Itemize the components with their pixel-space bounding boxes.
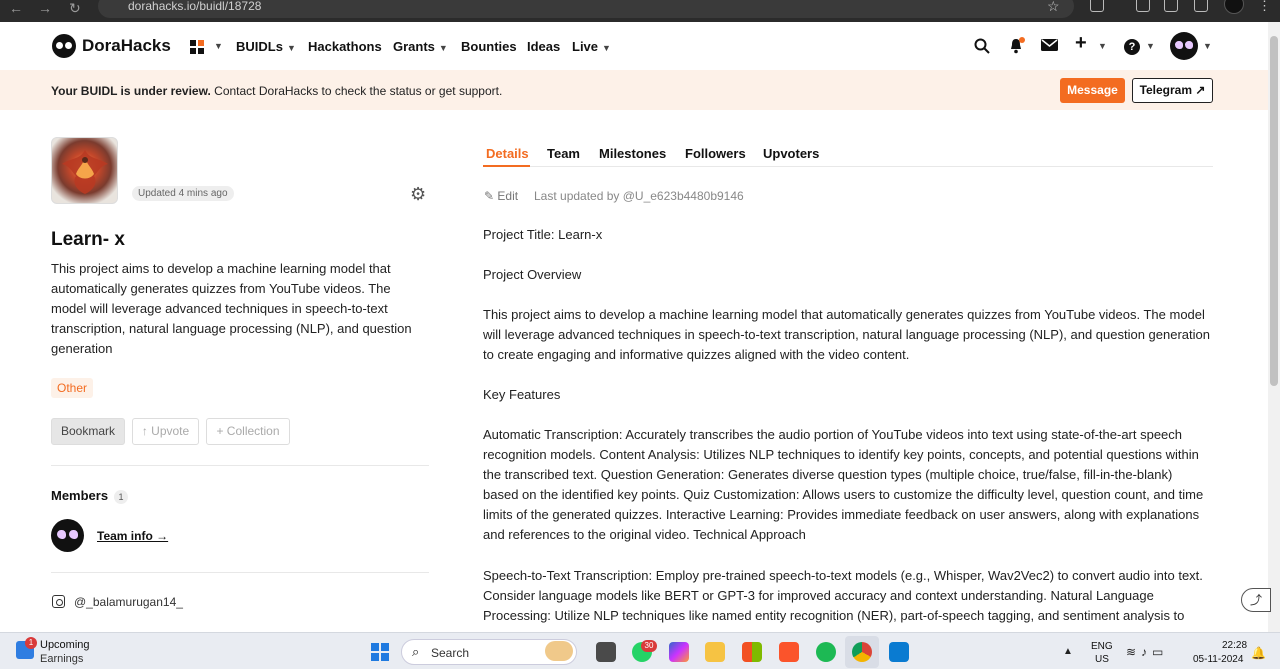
language-indicator[interactable]: ENG bbox=[1091, 641, 1113, 652]
windows-taskbar: 1 Upcoming Earnings ⌕ Search 30 ▲ ENG US… bbox=[0, 632, 1280, 669]
project-title: Learn- x bbox=[51, 229, 125, 250]
copilot-icon[interactable] bbox=[669, 642, 689, 662]
detail-paragraph: Project Overview bbox=[483, 267, 582, 282]
nav-ideas[interactable]: Ideas bbox=[527, 39, 560, 54]
region-indicator[interactable]: US bbox=[1095, 654, 1109, 665]
bookmark-star-icon[interactable]: ☆ bbox=[1047, 0, 1060, 15]
message-button[interactable]: Message bbox=[1060, 78, 1125, 103]
review-notice-bar: Your BUIDL is under review. Contact Dora… bbox=[0, 70, 1268, 110]
spotify-icon[interactable] bbox=[816, 642, 836, 662]
tab-team[interactable]: Team bbox=[547, 146, 580, 161]
user-avatar[interactable] bbox=[1170, 32, 1198, 60]
browser-menu-icon[interactable]: ⋮ bbox=[1258, 0, 1271, 14]
team-info-link[interactable]: Team info → bbox=[97, 529, 168, 543]
extension-icon[interactable] bbox=[1164, 0, 1178, 12]
instagram-icon bbox=[52, 595, 65, 608]
divider bbox=[51, 465, 429, 466]
widgets-badge: 1 bbox=[25, 637, 37, 649]
updated-timestamp: Updated 4 mins ago bbox=[132, 186, 234, 201]
gear-icon[interactable]: ⚙ bbox=[410, 185, 426, 203]
divider bbox=[51, 572, 429, 573]
clock-date[interactable]: 05-11-2024 bbox=[1193, 654, 1243, 665]
detail-paragraph: This project aims to develop a machine l… bbox=[483, 307, 1210, 362]
category-tag[interactable]: Other bbox=[51, 378, 94, 398]
detail-paragraph: Key Features bbox=[483, 387, 561, 402]
tray-overflow-icon[interactable]: ▲ bbox=[1063, 646, 1073, 657]
site-header: DoraHacks ▼ BUIDLs ▼ Hackathons Grants ▼ B… bbox=[0, 22, 1268, 70]
page-scrollbar[interactable] bbox=[1268, 22, 1280, 632]
vscode-icon[interactable] bbox=[889, 642, 909, 662]
telegram-button[interactable]: Telegram ↗ bbox=[1132, 78, 1213, 103]
reload-icon[interactable]: ↻ bbox=[69, 1, 81, 15]
wifi-volume-battery-icons[interactable]: ≋♪▭ bbox=[1126, 645, 1168, 659]
back-icon[interactable]: ← bbox=[9, 1, 23, 15]
nav-grants[interactable]: Grants ▼ bbox=[393, 39, 448, 54]
notification-center-icon[interactable]: 🔔 bbox=[1251, 646, 1266, 660]
extension-icon[interactable] bbox=[1090, 0, 1104, 12]
chevron-down-icon[interactable]: ▼ bbox=[214, 41, 223, 51]
apps-grid-icon[interactable] bbox=[190, 40, 204, 54]
search-icon: ⌕ bbox=[412, 644, 420, 659]
tab-milestones[interactable]: Milestones bbox=[599, 146, 666, 161]
member-avatar[interactable] bbox=[51, 519, 84, 552]
browser-profile-avatar[interactable] bbox=[1224, 0, 1244, 14]
project-logo-image bbox=[51, 137, 118, 204]
url-text[interactable]: dorahacks.io/buidl/18728 bbox=[128, 0, 261, 13]
dorahacks-logo-icon[interactable] bbox=[52, 34, 76, 58]
active-tab-indicator bbox=[483, 165, 530, 167]
chevron-down-icon: ▼ bbox=[602, 43, 611, 53]
whatsapp-badge: 30 bbox=[641, 640, 657, 652]
nav-bounties[interactable]: Bounties bbox=[461, 39, 517, 54]
nav-live[interactable]: Live ▼ bbox=[572, 39, 611, 54]
project-description: This project aims to develop a machine l… bbox=[51, 261, 412, 356]
notification-dot bbox=[1019, 37, 1025, 43]
nav-hackathons[interactable]: Hackathons bbox=[308, 39, 382, 54]
extension-icon[interactable] bbox=[1136, 0, 1150, 12]
members-heading: Members bbox=[51, 488, 109, 503]
mail-icon[interactable] bbox=[1041, 38, 1058, 56]
widget-title[interactable]: Upcoming bbox=[40, 639, 90, 651]
chevron-down-icon: ▼ bbox=[438, 43, 448, 53]
tabs-baseline bbox=[483, 166, 1213, 167]
brand-name[interactable]: DoraHacks bbox=[82, 36, 171, 56]
upvote-button[interactable]: ↑ Upvote bbox=[132, 418, 199, 445]
file-explorer-icon[interactable] bbox=[705, 642, 725, 662]
members-count-badge: 1 bbox=[114, 490, 128, 504]
chevron-down-icon[interactable]: ▼ bbox=[1203, 41, 1212, 51]
add-icon[interactable]: + bbox=[1075, 33, 1087, 53]
search-icon[interactable] bbox=[974, 38, 990, 58]
browser-toolbar: ← → ↻ dorahacks.io/buidl/18728 ☆ ⋮ bbox=[0, 0, 1280, 22]
detail-paragraph: Speech-to-Text Transcription: Employ pre… bbox=[483, 568, 1203, 623]
windows-start-icon[interactable] bbox=[371, 643, 389, 661]
tab-upvoters[interactable]: Upvoters bbox=[763, 146, 819, 161]
detail-paragraph: Automatic Transcription: Accurately tran… bbox=[483, 427, 1204, 542]
share-icon[interactable]: ⤴ bbox=[1241, 588, 1271, 612]
microsoft-store-icon[interactable] bbox=[742, 642, 762, 662]
pencil-icon: ✎ bbox=[484, 189, 498, 203]
widget-subtitle[interactable]: Earnings bbox=[40, 653, 83, 665]
chevron-down-icon[interactable]: ▼ bbox=[1146, 41, 1155, 51]
scroll-thumb[interactable] bbox=[1270, 36, 1278, 386]
brave-icon[interactable] bbox=[779, 642, 799, 662]
review-notice-text: Your BUIDL is under review. Contact Dora… bbox=[51, 84, 503, 98]
bookmark-button[interactable]: Bookmark bbox=[51, 418, 125, 445]
tab-followers[interactable]: Followers bbox=[685, 146, 746, 161]
last-updated-text: Last updated by @U_e623b4480b9146 bbox=[534, 189, 744, 203]
add-collection-button[interactable]: + Collection bbox=[206, 418, 290, 445]
instagram-handle[interactable]: @_balamurugan14_ bbox=[74, 595, 183, 609]
help-icon[interactable]: ? bbox=[1124, 39, 1140, 55]
tab-details[interactable]: Details bbox=[486, 146, 529, 161]
taskbar-search-placeholder[interactable]: Search bbox=[431, 646, 469, 660]
edit-button[interactable]: ✎ Edit bbox=[484, 189, 518, 203]
detail-paragraph: Project Title: Learn-x bbox=[483, 227, 603, 242]
nav-buidls[interactable]: BUIDLs ▼ bbox=[236, 39, 296, 54]
search-highlight-icon[interactable] bbox=[545, 641, 573, 661]
task-view-icon[interactable] bbox=[596, 642, 616, 662]
clock-time[interactable]: 22:28 bbox=[1222, 640, 1247, 651]
chrome-icon[interactable] bbox=[852, 642, 872, 662]
forward-icon[interactable]: → bbox=[38, 1, 52, 15]
chevron-down-icon: ▼ bbox=[286, 43, 296, 53]
download-icon[interactable] bbox=[1194, 0, 1208, 12]
chevron-down-icon[interactable]: ▼ bbox=[1098, 41, 1107, 51]
